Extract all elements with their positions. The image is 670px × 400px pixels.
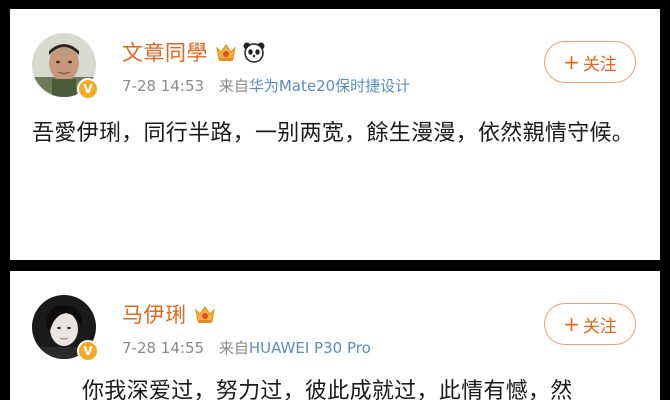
post-card: V 文章同學 7-28 14:53 来自华为Mate20保时捷设计 + 关注 吾… bbox=[10, 9, 660, 260]
crown-icon bbox=[214, 40, 238, 64]
post-card: V 马伊琍 7-28 14:55 来自HUAWEI P30 Pro + 关注 你… bbox=[10, 271, 660, 400]
verified-badge-icon: V bbox=[77, 340, 99, 362]
username[interactable]: 文章同學 bbox=[122, 37, 208, 67]
source-prefix: 来自 bbox=[218, 77, 249, 95]
panda-icon bbox=[242, 40, 266, 64]
name-row: 文章同學 bbox=[122, 37, 266, 67]
follow-button[interactable]: + 关注 bbox=[544, 41, 636, 83]
name-row: 马伊琍 bbox=[122, 299, 217, 329]
avatar[interactable]: V bbox=[32, 33, 99, 100]
plus-icon: + bbox=[563, 312, 580, 336]
username[interactable]: 马伊琍 bbox=[122, 299, 187, 329]
post-content: 你我深爱过，努力过，彼此成就过，此情有憾，然 bbox=[82, 379, 573, 400]
follow-label: 关注 bbox=[582, 54, 617, 75]
post-meta: 7-28 14:55 来自HUAWEI P30 Pro bbox=[122, 337, 371, 358]
verified-badge-icon: V bbox=[77, 78, 99, 100]
post-source[interactable]: HUAWEI P30 Pro bbox=[249, 339, 371, 357]
follow-label: 关注 bbox=[582, 316, 617, 337]
post-time: 7-28 14:53 bbox=[122, 77, 205, 95]
crown-icon bbox=[193, 302, 217, 326]
plus-icon: + bbox=[563, 50, 580, 74]
post-meta: 7-28 14:53 来自华为Mate20保时捷设计 bbox=[122, 75, 410, 96]
post-content: 吾愛伊琍，同行半路，一别两宽，餘生漫漫，依然親情守候。 bbox=[32, 121, 635, 146]
source-prefix: 来自 bbox=[218, 339, 249, 357]
avatar[interactable]: V bbox=[32, 295, 99, 362]
post-source[interactable]: 华为Mate20保时捷设计 bbox=[249, 77, 410, 95]
post-time: 7-28 14:55 bbox=[122, 339, 205, 357]
follow-button[interactable]: + 关注 bbox=[544, 303, 636, 345]
